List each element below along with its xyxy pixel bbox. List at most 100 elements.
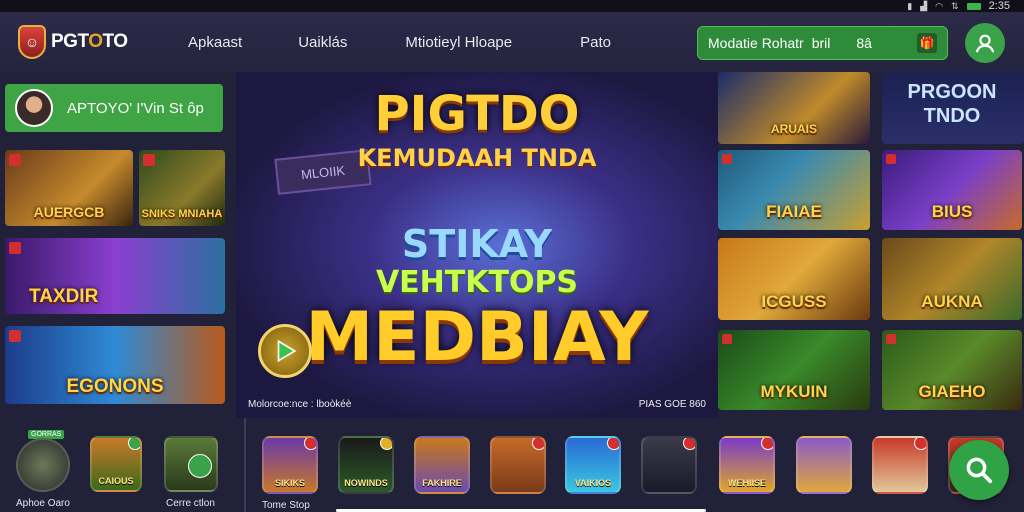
promo-button[interactable]: Modatie Rohatr bril 8â 🎁 — [697, 26, 948, 60]
hot-badge — [886, 334, 896, 344]
data-icon: ⇅ — [951, 0, 959, 11]
nav-link-3[interactable]: Mtiotieyl Hloape — [405, 34, 512, 51]
game-tile-title: EGONONS — [66, 376, 164, 397]
game-tile[interactable]: AUERGCB — [5, 150, 133, 226]
notification-badge — [304, 438, 316, 450]
game-tile[interactable]: GIAEHO — [882, 330, 1022, 410]
battery-icon — [966, 2, 981, 10]
hero-footer-right: PIAS GOE 860 — [638, 399, 706, 410]
main-nav: Apkaast Uaiklás Mtiotieyl Hloape Pato — [158, 34, 611, 51]
account-button[interactable] — [965, 23, 1005, 63]
vibrate-icon: ▮ — [907, 0, 913, 11]
signal-icon: ▟ — [920, 0, 928, 11]
game-tile-title: AUKNA — [921, 292, 983, 311]
user-icon — [975, 34, 995, 53]
notification-badge — [761, 438, 773, 450]
shield-logo-icon: ☺ — [18, 25, 46, 59]
hero-title: PIGTDO — [374, 86, 580, 142]
app-icon-label: Cerre ctlon — [166, 498, 215, 509]
game-icon-caption: SIKIKS — [274, 478, 305, 488]
brand-promo-title: PRGOON TNDO — [907, 81, 997, 127]
game-tile[interactable]: BIUS — [882, 150, 1022, 230]
avatar — [15, 89, 53, 127]
game-icon-label: Tome Stop — [262, 500, 310, 511]
game-tile[interactable]: MYKUIN — [718, 330, 870, 410]
game-tile-title: SNIKS MNIAHA — [141, 208, 223, 220]
hero-subtitle: KEMUDAAH TNDA — [357, 144, 597, 172]
notification-badge — [532, 438, 544, 450]
status-time: 2:35 — [988, 0, 1010, 12]
game-tile[interactable]: AUKNA — [882, 238, 1022, 320]
game-icon[interactable]: SIKIKS — [262, 436, 318, 494]
app-icon[interactable]: CAIOUS — [90, 436, 142, 492]
app-icon[interactable] — [164, 436, 218, 492]
app-header: ☺ PGTOTO Apkaast Uaiklás Mtiotieyl Hloap… — [0, 12, 1024, 72]
featured-banner[interactable]: APTOYO' I'Vin St ôp — [5, 84, 223, 132]
game-tile[interactable]: EGONONS — [5, 326, 225, 404]
hero-line-3: STIKAY — [401, 222, 553, 266]
search-button[interactable] — [949, 440, 1009, 500]
hero-banner[interactable]: MLOIIK PIGTDO KEMUDAAH TNDA STIKAY VEHTK… — [236, 72, 718, 418]
game-icon[interactable]: WEHIISE — [719, 436, 775, 494]
hot-badge — [143, 154, 155, 166]
game-icon[interactable]: VAIKIOS — [565, 436, 621, 494]
notification-badge — [914, 438, 926, 450]
divider — [244, 418, 246, 512]
play-badge — [188, 454, 212, 478]
gift-icon: 🎁 — [917, 33, 937, 53]
game-tile[interactable]: ARUAIS — [718, 72, 870, 144]
notification-badge — [607, 438, 619, 450]
game-tile-title: BIUS — [931, 202, 973, 221]
game-icon[interactable]: FAKHIRE — [414, 436, 470, 494]
game-tile-title: FIAIAE — [766, 202, 822, 221]
hot-badge — [9, 242, 21, 254]
game-icon-caption: NOWINDS — [344, 478, 388, 488]
app-icon[interactable] — [16, 438, 70, 492]
game-icon-caption: FAKHIRE — [422, 478, 462, 488]
game-tile[interactable]: SNIKS MNIAHA — [139, 150, 225, 226]
game-tile[interactable]: FIAIAE — [718, 150, 870, 230]
promo-code: bril — [811, 35, 831, 51]
play-icon — [277, 339, 297, 363]
download-badge — [128, 438, 140, 450]
promo-text: Modatie Rohatr — [708, 35, 804, 51]
game-tile-title: TAXDIR — [29, 286, 99, 307]
game-tile-title: ICGUSS — [761, 292, 827, 311]
game-icon[interactable] — [490, 436, 546, 494]
promo-amount: 8â — [856, 35, 872, 51]
hero-footer-left: Molorcoe:nce : lboòkéè — [248, 399, 352, 410]
game-tile-title: GIAEHO — [918, 382, 986, 401]
game-icon[interactable] — [641, 436, 697, 494]
game-tile[interactable]: ICGUSS — [718, 238, 870, 320]
status-bar: ▮ ▟ ◠ ⇅ 2:35 — [0, 0, 1024, 12]
game-tile-title: ARUAIS — [770, 122, 817, 136]
nav-link-1[interactable]: Apkaast — [188, 34, 242, 51]
hot-badge — [886, 154, 896, 164]
app-icon-label: Aphoe Oaro — [16, 498, 70, 509]
hot-badge — [722, 334, 732, 344]
game-icon-caption: VAIKIOS — [574, 478, 612, 488]
game-tile[interactable]: TAXDIR — [5, 238, 225, 314]
hot-badge — [9, 330, 21, 342]
game-icon[interactable]: NOWINDS — [338, 436, 394, 494]
left-column: APTOYO' I'Vin St ôp AUERGCB SNIKS MNIAHA… — [0, 72, 236, 412]
game-tile-title: MYKUIN — [760, 382, 828, 401]
hot-badge — [722, 154, 732, 164]
game-icon-caption: WEHIISE — [727, 478, 766, 488]
app-icon-caption: CAIOUS — [98, 476, 134, 486]
game-icon[interactable] — [872, 436, 928, 494]
game-icon[interactable] — [796, 436, 852, 494]
game-tile-title: AUERGCB — [33, 204, 105, 220]
brand-name: PGTOTO — [51, 31, 128, 52]
nav-link-2[interactable]: Uaiklás — [298, 34, 347, 51]
nav-link-4[interactable]: Pato — [580, 34, 611, 51]
notification-badge — [380, 438, 392, 450]
brand-logo[interactable]: ☺ PGTOTO — [18, 25, 158, 59]
wifi-icon: ◠ — [935, 0, 944, 11]
search-icon — [966, 457, 993, 484]
hot-badge — [9, 154, 21, 166]
notification-badge — [683, 438, 695, 450]
hero-line-4: VEHTKTOPS — [375, 265, 579, 300]
featured-banner-text: APTOYO' I'Vin St ôp — [67, 99, 204, 117]
play-button[interactable] — [258, 324, 312, 378]
